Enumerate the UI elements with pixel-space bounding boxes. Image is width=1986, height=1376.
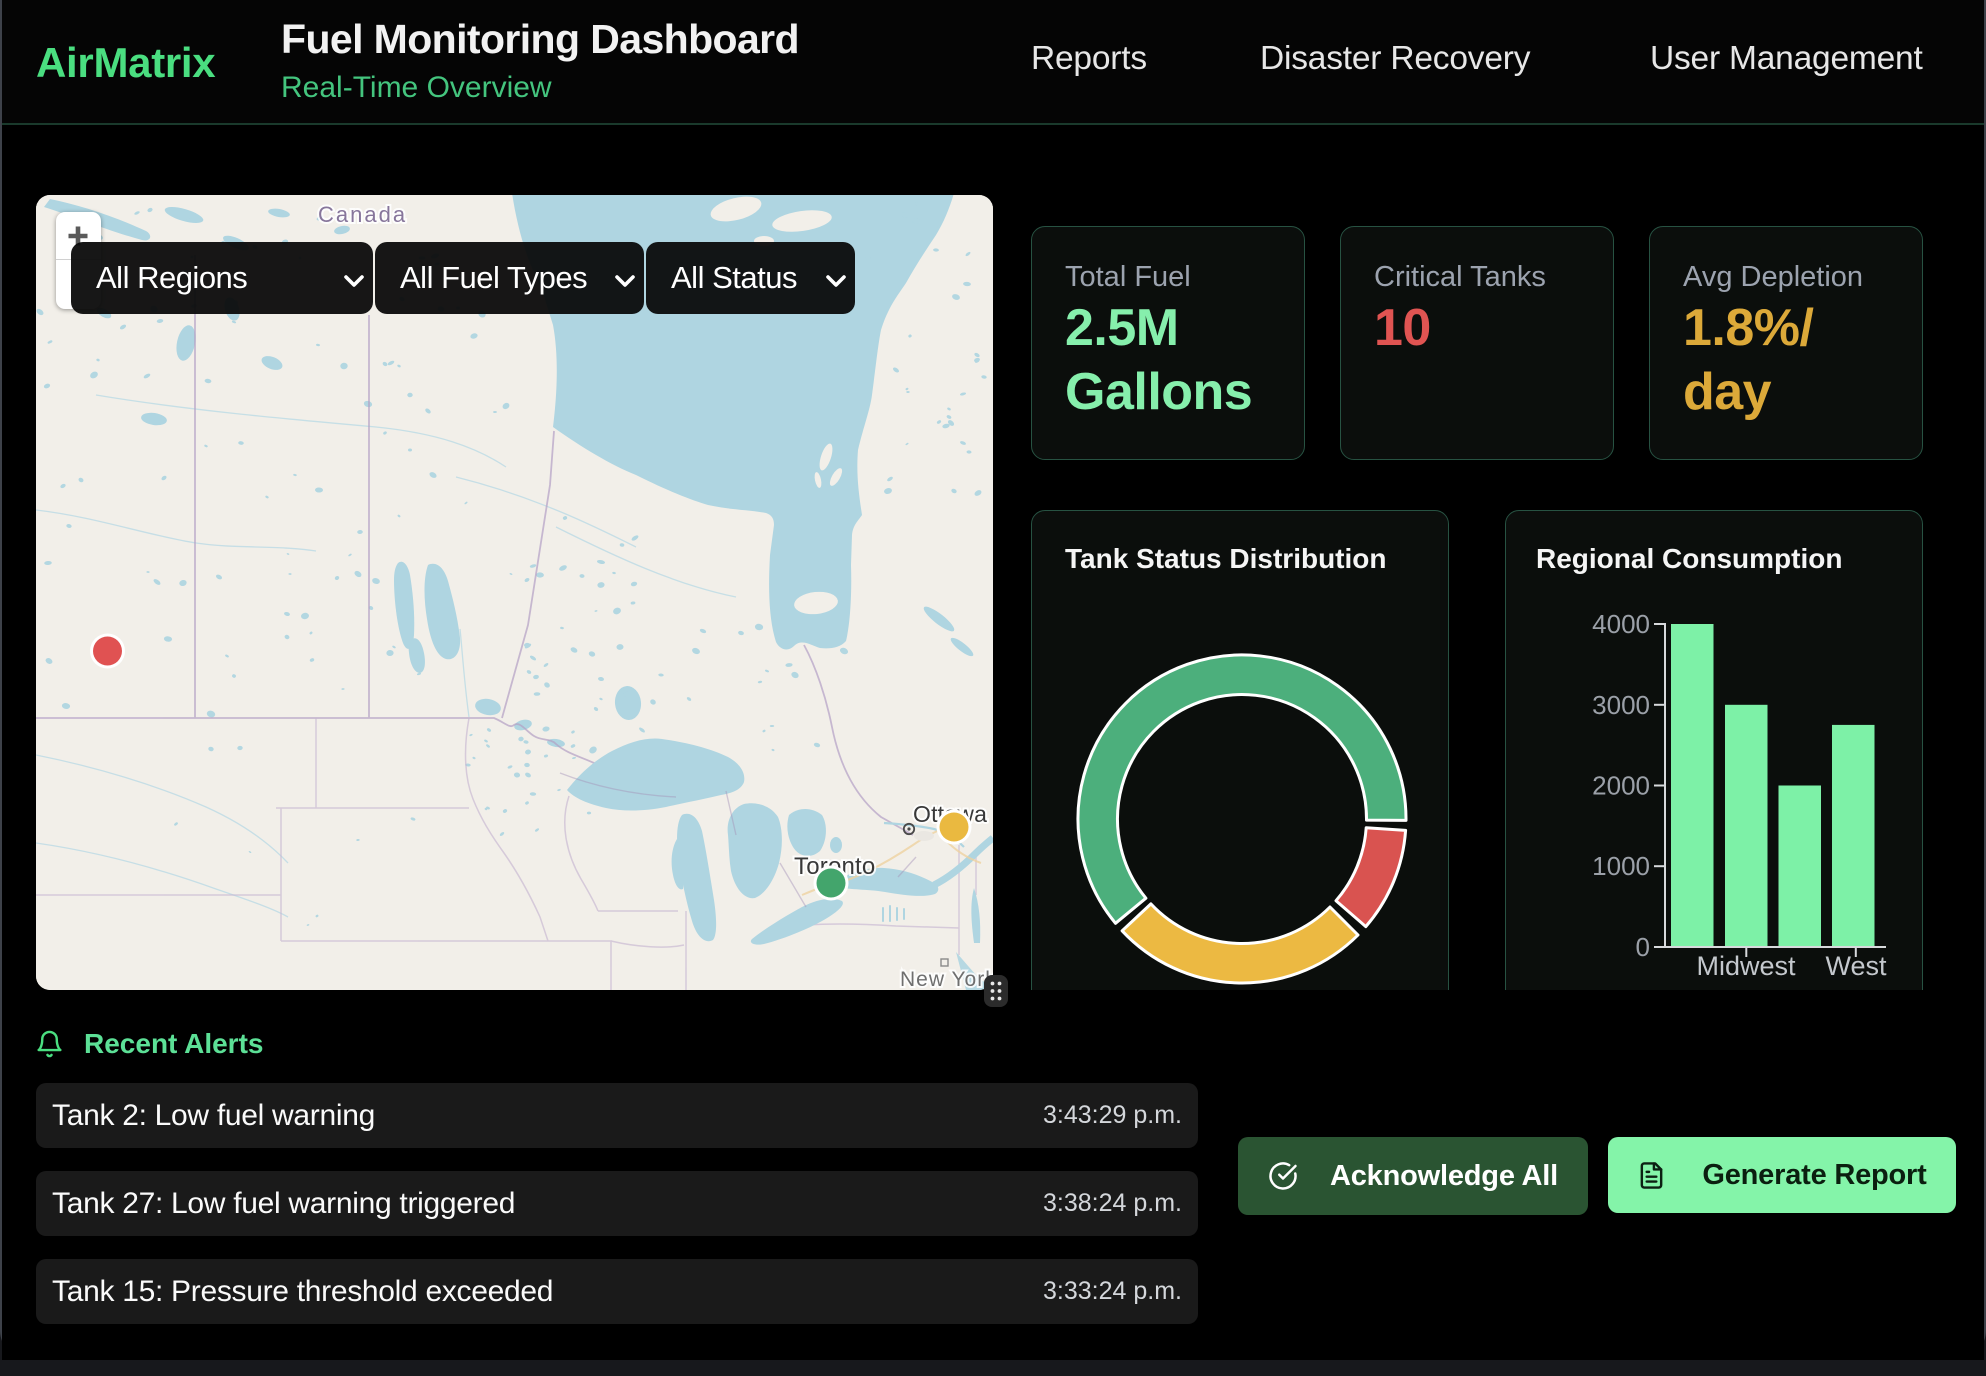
svg-text:Midwest: Midwest	[1696, 951, 1796, 981]
svg-text:New York: New York	[900, 968, 993, 990]
svg-text:4000: 4000	[1592, 609, 1650, 639]
svg-text:West: West	[1825, 951, 1887, 981]
svg-text:Canada: Canada	[318, 202, 407, 227]
svg-text:3000: 3000	[1592, 690, 1650, 720]
svg-text:0: 0	[1636, 932, 1650, 962]
svg-text:1000: 1000	[1592, 851, 1650, 881]
svg-text:2000: 2000	[1592, 771, 1650, 801]
